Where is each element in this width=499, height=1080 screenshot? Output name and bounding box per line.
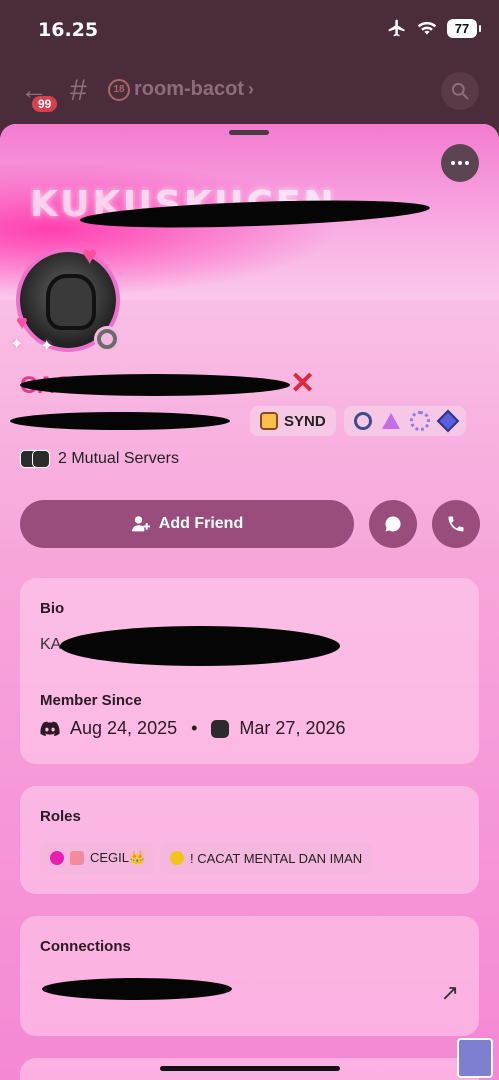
airplane-icon: [388, 19, 405, 37]
dot-icon: [458, 161, 462, 165]
sparkle-decoration-icon: ✦: [40, 338, 54, 355]
roles-card: Roles CEGIL👑 ! CACAT MENTAL DAN IMAN: [20, 786, 479, 894]
profile-badges[interactable]: [344, 406, 466, 436]
external-link-icon[interactable]: ↗: [441, 980, 459, 1006]
server-icon: [211, 719, 230, 738]
sparkle-decoration-icon: ✦: [10, 336, 24, 353]
server-tag[interactable]: SYND: [250, 406, 336, 436]
nitro-badge-icon: [410, 411, 430, 431]
dot-icon: [465, 161, 469, 165]
separator: •: [191, 718, 198, 738]
unread-badge: 99: [32, 96, 58, 112]
floating-thumbnail[interactable]: [457, 1038, 493, 1078]
server-join-date: Mar 27, 2026: [239, 718, 346, 738]
role-label: CEGIL👑: [90, 850, 146, 865]
role-color-dot: [170, 851, 184, 865]
discord-join-date: Aug 24, 2025: [70, 718, 178, 738]
server-avatar: [32, 450, 50, 468]
status-icons: 77: [387, 18, 481, 38]
server-tag-label: SYND: [284, 412, 326, 430]
add-user-icon: [131, 516, 150, 532]
channel-name: room-bacot: [134, 78, 244, 100]
role-pill[interactable]: CEGIL👑: [40, 842, 156, 874]
call-button[interactable]: [432, 500, 480, 548]
cross-mark-icon: ✕: [290, 367, 316, 400]
home-indicator: [160, 1066, 340, 1071]
role-pill[interactable]: ! CACAT MENTAL DAN IMAN: [160, 842, 373, 874]
member-since-row: Aug 24, 2025 • Mar 27, 2026: [40, 718, 346, 739]
bio-card: Bio KA Member Since Aug 24, 2025 • Mar 2…: [20, 578, 479, 764]
chevron-right-icon: ›: [248, 79, 254, 99]
redaction-mark: [20, 374, 290, 396]
more-options-button[interactable]: [441, 144, 479, 182]
mutual-servers[interactable]: 2 Mutual Servers: [20, 450, 179, 468]
mutual-servers-label: 2 Mutual Servers: [58, 450, 179, 467]
connections-title: Connections: [40, 938, 131, 955]
role-label: ! CACAT MENTAL DAN IMAN: [190, 850, 363, 866]
triangle-badge-icon: [382, 413, 400, 429]
roles-title: Roles: [40, 808, 81, 825]
avatar-image: [46, 274, 96, 330]
profile-sheet: KUKUSKUCEN ♥ ♥ ✦ ✦ CACAT ✕ m SYND: [0, 124, 499, 1080]
bio-title: Bio: [40, 600, 65, 617]
channel-title[interactable]: 18 room-bacot ›: [108, 78, 254, 101]
status-offline-indicator: [94, 326, 120, 352]
role-emoji-icon: [70, 851, 84, 865]
bio-text: KA: [40, 636, 62, 653]
add-friend-button[interactable]: Add Friend: [20, 500, 354, 548]
crown-tag-icon: [260, 412, 278, 430]
dot-icon: [451, 161, 455, 165]
channel-header: ← 99 # 18 room-bacot ›: [0, 58, 499, 124]
redaction-mark: [60, 626, 340, 666]
heart-decoration-icon: ♥: [16, 312, 28, 334]
chat-bubble-icon: [385, 516, 401, 532]
message-button[interactable]: [369, 500, 417, 548]
redaction-mark: [42, 978, 232, 1000]
role-color-dot: [50, 851, 64, 865]
hash-icon: #: [70, 74, 87, 107]
add-friend-label: Add Friend: [158, 515, 244, 532]
avatar-with-decoration[interactable]: ♥ ♥ ✦ ✦: [10, 240, 126, 358]
age-restricted-icon: 18: [108, 78, 130, 101]
phone-icon: [448, 516, 464, 532]
diamond-badge-icon: [436, 409, 460, 433]
connections-card: Connections ↗: [20, 916, 479, 1036]
discord-logo-icon: [40, 721, 60, 736]
battery-indicator: 77: [447, 18, 481, 38]
member-since-title: Member Since: [40, 692, 142, 709]
mutual-server-avatars: [20, 450, 50, 468]
wifi-icon: [417, 21, 437, 35]
search-icon: [451, 82, 469, 100]
heart-decoration-icon: ♥: [82, 240, 98, 270]
username-row: m SYND: [0, 406, 499, 436]
speed-badge-icon: [354, 412, 372, 430]
status-bar: 16.25 77: [0, 0, 499, 58]
sheet-grabber[interactable]: [229, 130, 269, 135]
status-time: 16.25: [38, 19, 99, 41]
search-button[interactable]: [441, 72, 479, 110]
redaction-mark: [10, 412, 230, 430]
